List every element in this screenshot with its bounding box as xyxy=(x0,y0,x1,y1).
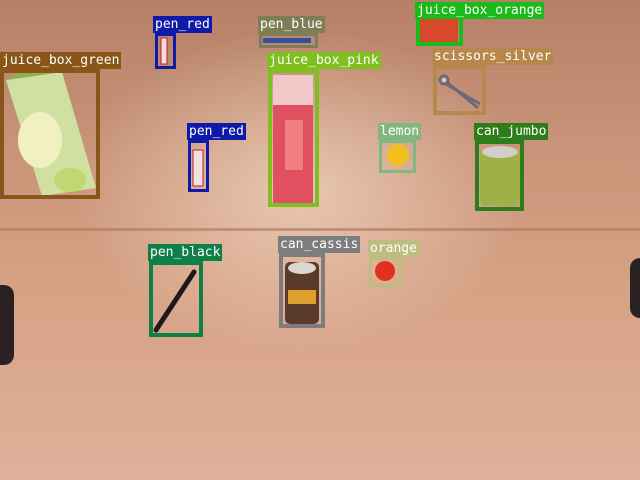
detection-label: can_cassis xyxy=(278,236,361,253)
detection-label: orange xyxy=(368,240,419,257)
detection-box xyxy=(259,33,318,48)
detection-box xyxy=(188,140,209,192)
detection-label: juice_box_orange xyxy=(415,2,545,19)
tabletop-scene: pen_red pen_blue juice_box_orange juice_… xyxy=(0,0,640,480)
detection-label: pen_red xyxy=(153,16,212,33)
detection-box xyxy=(379,140,416,173)
detection-label: juice_box_pink xyxy=(267,52,381,69)
detection-box xyxy=(433,65,486,115)
detection-label: pen_blue xyxy=(258,16,325,33)
detection-label: scissors_silver xyxy=(432,48,554,65)
detection-box xyxy=(155,33,176,69)
detection-box xyxy=(279,253,325,328)
detection-box xyxy=(0,69,100,199)
detection-box xyxy=(475,140,524,211)
detection-box xyxy=(268,69,319,207)
detection-label: lemon xyxy=(378,123,422,140)
detection-label: can_jumbo xyxy=(474,123,549,140)
detection-label: pen_red xyxy=(187,123,246,140)
detection-box xyxy=(369,257,402,287)
detection-label: juice_box_green xyxy=(0,52,122,69)
detection-box xyxy=(149,261,203,337)
detection-label: pen_black xyxy=(148,244,223,261)
